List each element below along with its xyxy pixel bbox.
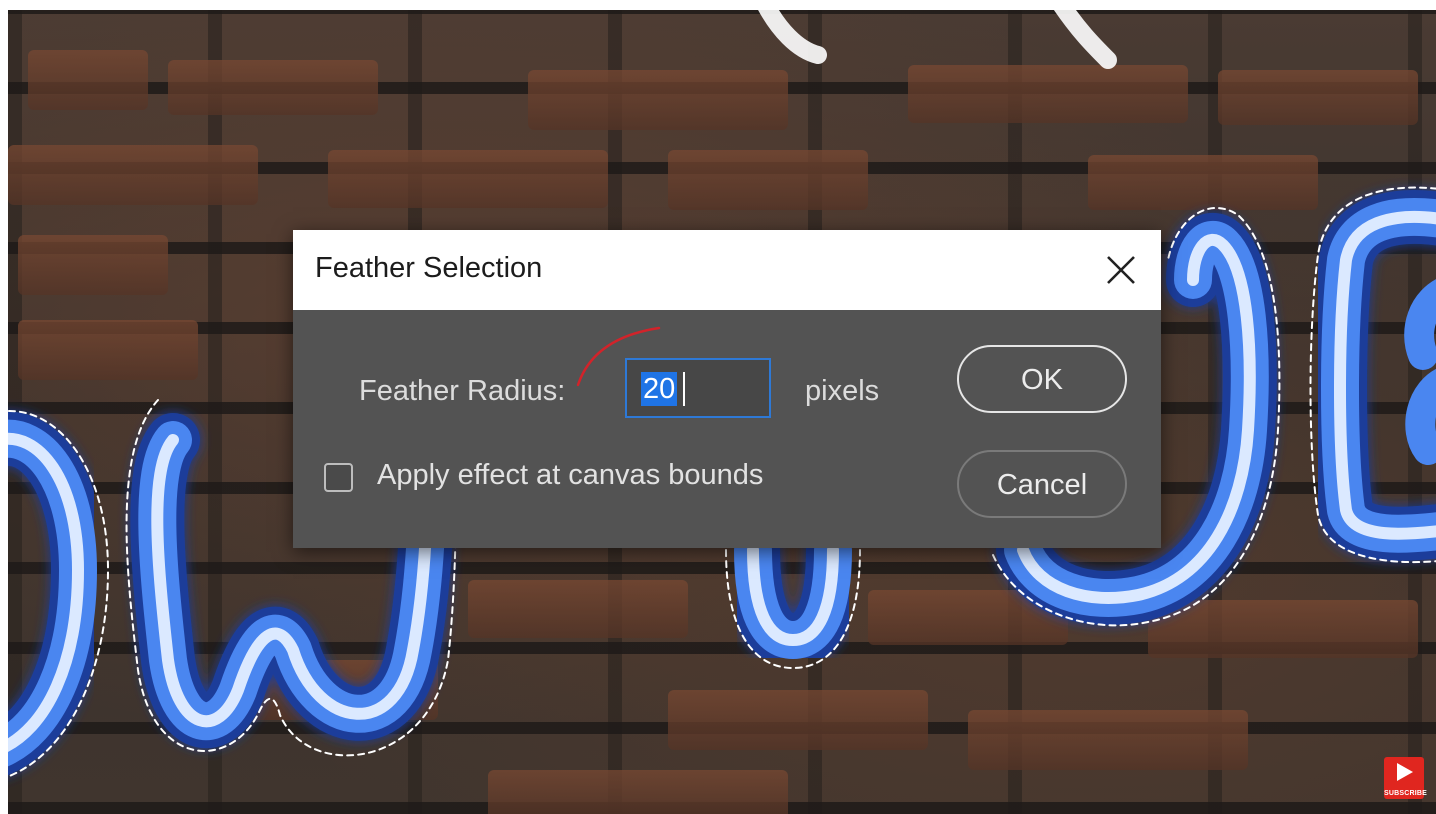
- canvas-bounds-checkbox[interactable]: [324, 463, 353, 492]
- canvas-bounds-label[interactable]: Apply effect at canvas bounds: [377, 459, 763, 492]
- neon-letter-b: [1309, 186, 1436, 564]
- close-button[interactable]: [1095, 244, 1147, 296]
- feather-radius-input[interactable]: 20: [625, 358, 771, 418]
- channel-watermark: [68, 700, 188, 780]
- feather-radius-value: 20: [641, 372, 678, 406]
- text-caret: [683, 372, 685, 406]
- ok-button[interactable]: OK: [957, 345, 1127, 413]
- play-icon: [1397, 763, 1413, 781]
- dialog-title: Feather Selection: [315, 252, 543, 284]
- close-icon: [1107, 256, 1135, 284]
- neon-reflection: [758, 10, 1117, 69]
- subscribe-label: SUBSCRIBE: [1384, 790, 1428, 797]
- cancel-button[interactable]: Cancel: [957, 450, 1127, 518]
- subscribe-button[interactable]: SUBSCRIBE: [1384, 757, 1428, 799]
- feather-selection-dialog: Feather Selection Feather Radius: 20 pix…: [293, 230, 1161, 548]
- dialog-title-bar[interactable]: Feather Selection: [293, 230, 1161, 310]
- units-label: pixels: [805, 375, 880, 407]
- neon-letter-u: [725, 523, 861, 669]
- feather-radius-label: Feather Radius:: [359, 375, 566, 407]
